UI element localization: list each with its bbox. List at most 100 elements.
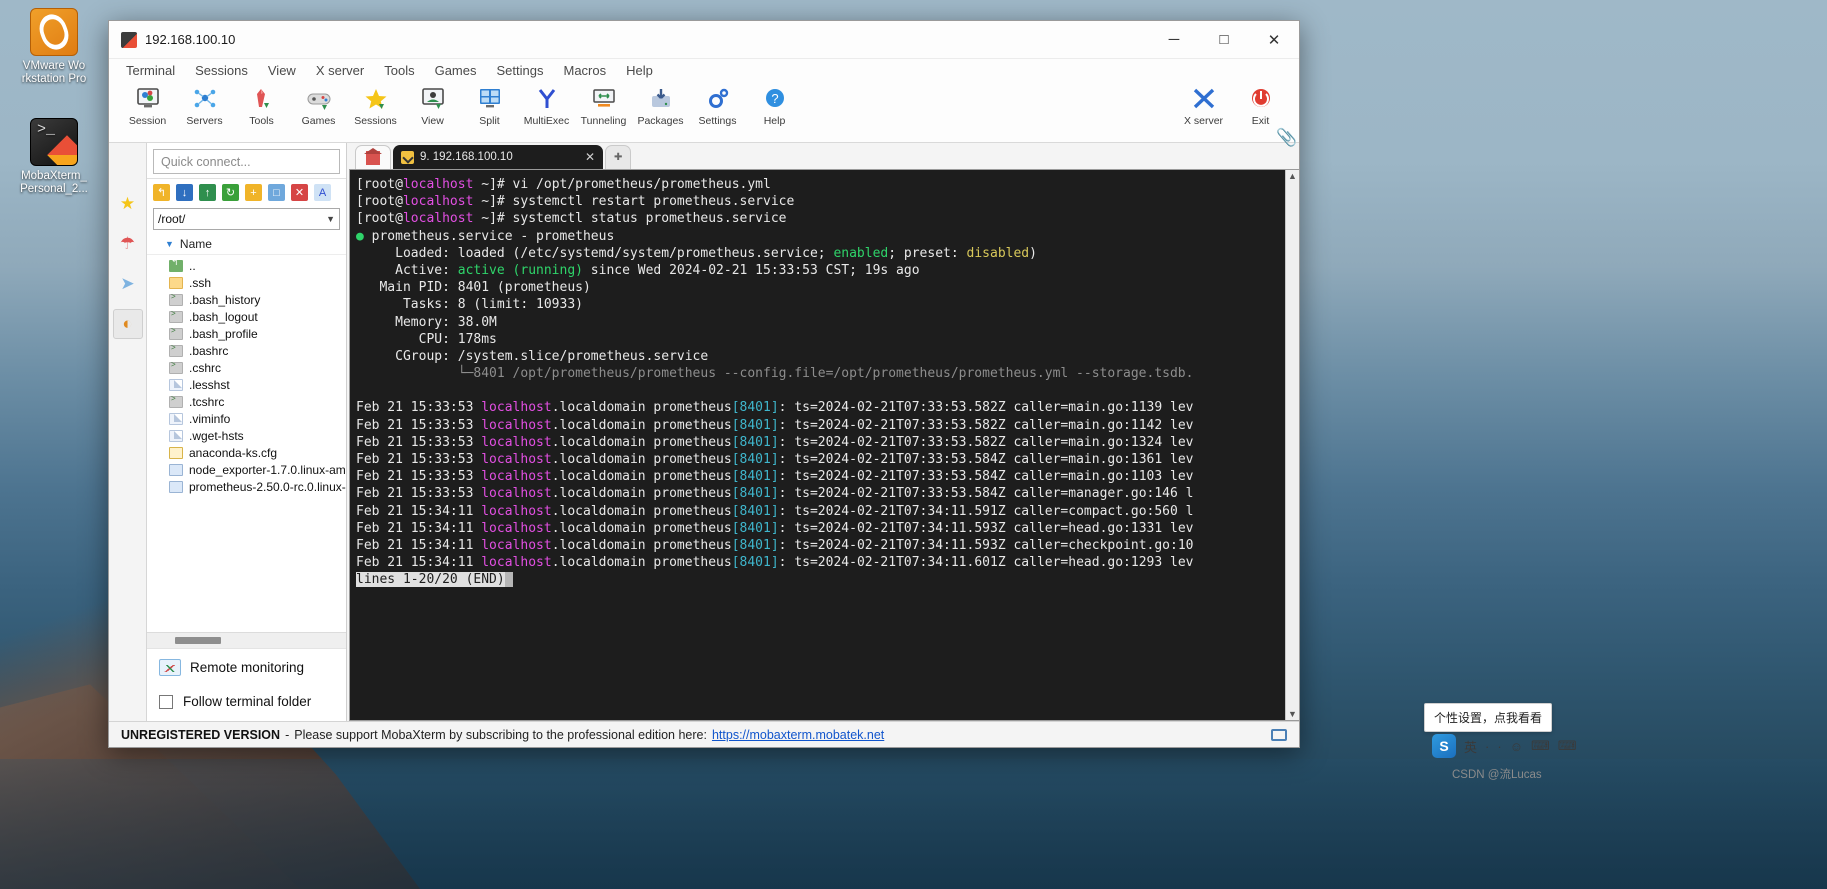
toolbar-split[interactable]: Split (461, 83, 518, 127)
tab-home[interactable] (355, 145, 391, 169)
vtab-macros[interactable]: ➤ (113, 269, 143, 299)
menu-macros[interactable]: Macros (554, 61, 615, 80)
terminal-scrollbar[interactable]: ▲ ▼ (1285, 170, 1299, 720)
follow-terminal-checkbox[interactable] (159, 694, 173, 709)
list-item-label: .bash_logout (189, 309, 258, 324)
ime-toolbox-icon[interactable]: ⌨ (1558, 738, 1577, 754)
terminal-line: Loaded: loaded (/etc/systemd/system/prom… (356, 245, 1037, 261)
menu-terminal[interactable]: Terminal (117, 61, 184, 80)
toolbar-tunneling-label: Tunneling (580, 115, 627, 127)
mobaxterm-link[interactable]: https://mobaxterm.mobatek.net (712, 728, 884, 742)
ime-lang-toggle[interactable]: 英 (1464, 737, 1477, 756)
ime-tip-bubble[interactable]: 个性设置，点我看看 (1424, 703, 1553, 732)
toolbar-games[interactable]: Games (290, 83, 347, 127)
follow-terminal-folder-row[interactable]: Follow terminal folder (147, 686, 346, 721)
toolbar-sessions[interactable]: Sessions (347, 83, 404, 127)
list-item[interactable]: .bash_history (147, 291, 346, 308)
menu-x-server[interactable]: X server (307, 61, 373, 80)
path-combobox[interactable]: /root/ ▼ (153, 208, 340, 230)
maximize-button[interactable]: □ (1199, 21, 1249, 58)
mobaxterm-window: 192.168.100.10 ─ □ ✕ Terminal Sessions V… (108, 20, 1300, 748)
close-button[interactable]: ✕ (1249, 21, 1299, 58)
terminal-line: CGroup: /system.slice/prometheus.service (356, 348, 709, 364)
toolbar-tools[interactable]: Tools (233, 83, 290, 127)
toolbar-servers[interactable]: Servers (176, 83, 233, 127)
vtab-sessions[interactable]: ★ (113, 189, 143, 219)
status-message: Please support MobaXterm by subscribing … (294, 727, 707, 742)
remote-monitoring-button[interactable]: Remote monitoring (147, 648, 346, 686)
menu-view[interactable]: View (259, 61, 305, 80)
list-item[interactable]: .bash_profile (147, 325, 346, 342)
toolbar-help[interactable]: ? Help (746, 83, 803, 127)
new-file-icon[interactable]: □ (268, 184, 285, 201)
list-item[interactable]: .. (147, 257, 346, 274)
toolbar-multiexec[interactable]: MultiExec (518, 83, 575, 127)
menu-sessions[interactable]: Sessions (186, 61, 257, 80)
desktop-icon-vmware[interactable]: VMware Wo rkstation Pro (8, 8, 100, 86)
servers-icon (190, 85, 220, 113)
ime-emoji-icon[interactable]: ☺ (1510, 739, 1523, 754)
file-list[interactable]: .. .ssh .bash_history .bash_logout .bash… (147, 255, 346, 632)
vtab-sftp[interactable]: ◐ (112, 309, 143, 339)
terminal-line: Feb 21 15:34:11 localhost.localdomain pr… (356, 537, 1194, 553)
file-list-hscrollbar[interactable] (147, 632, 346, 648)
script-file-icon (169, 309, 183, 323)
scroll-up-arrow[interactable]: ▲ (1287, 171, 1299, 181)
download-icon[interactable]: ↓ (176, 184, 193, 201)
hscrollbar-thumb[interactable] (175, 637, 221, 644)
toolbar-packages[interactable]: Packages (632, 83, 689, 127)
toolbar-x-server[interactable]: X server (1175, 83, 1232, 127)
script-file-icon (169, 343, 183, 357)
list-item[interactable]: .ssh (147, 274, 346, 291)
refresh-icon[interactable]: ↻ (222, 184, 239, 201)
list-item[interactable]: .viminfo (147, 410, 346, 427)
upload-icon[interactable]: ↑ (199, 184, 216, 201)
toolbar-session[interactable]: Session (119, 83, 176, 127)
list-item[interactable]: anaconda-ks.cfg (147, 444, 346, 461)
terminal-line: Feb 21 15:34:11 localhost.localdomain pr… (356, 555, 1194, 571)
list-item[interactable]: .tcshrc (147, 393, 346, 410)
parent-folder-icon[interactable]: ↰ (153, 184, 170, 201)
menu-tools[interactable]: Tools (375, 61, 423, 80)
desktop-icon-mobaxterm[interactable]: MobaXterm_ Personal_2... (8, 118, 100, 196)
new-tab-button[interactable]: ✚ (605, 145, 632, 169)
tab-session-9[interactable]: 9. 192.168.100.10 ✕ (393, 145, 603, 169)
toolbar-view[interactable]: View (404, 83, 461, 127)
list-item[interactable]: .cshrc (147, 359, 346, 376)
text-file-icon (169, 412, 183, 425)
list-item[interactable]: .wget-hsts (147, 427, 346, 444)
ime-keyboard-icon[interactable]: ⌨ (1531, 738, 1550, 754)
terminal-line: Feb 21 15:34:11 localhost.localdomain pr… (356, 503, 1194, 519)
sogou-logo-icon[interactable]: S (1432, 734, 1456, 758)
delete-icon[interactable]: ✕ (291, 184, 308, 201)
list-item[interactable]: .bash_logout (147, 308, 346, 325)
new-folder-icon[interactable]: + (245, 184, 262, 201)
scroll-down-arrow[interactable]: ▼ (1287, 709, 1299, 719)
paperplane-icon: ➤ (120, 274, 135, 293)
menu-help[interactable]: Help (617, 61, 662, 80)
list-item[interactable]: .bashrc (147, 342, 346, 359)
text-mode-icon[interactable]: A (314, 184, 331, 201)
list-item[interactable]: .lesshst (147, 376, 346, 393)
toolbar-exit[interactable]: Exit (1232, 83, 1289, 127)
close-icon[interactable]: ✕ (575, 150, 595, 164)
ime-dot-icon[interactable]: · (1497, 739, 1501, 754)
ime-punctuation-icon[interactable]: · (1485, 739, 1489, 754)
menu-games[interactable]: Games (426, 61, 486, 80)
menu-settings[interactable]: Settings (488, 61, 553, 80)
attach-paperclip-icon[interactable]: 📎 (1276, 128, 1297, 148)
vtab-tools[interactable]: ☂ (113, 229, 143, 259)
terminal-line: Feb 21 15:33:53 localhost.localdomain pr… (356, 452, 1194, 467)
split-icon (475, 85, 505, 113)
minimize-button[interactable]: ─ (1149, 21, 1199, 58)
wallpaper-water (0, 759, 1827, 889)
toolbar-settings[interactable]: Settings (689, 83, 746, 127)
list-item[interactable]: node_exporter-1.7.0.linux-amd (147, 461, 346, 478)
tools-small-icon: ☂ (119, 234, 136, 253)
window-controls: ─ □ ✕ (1149, 21, 1299, 58)
list-item[interactable]: prometheus-2.50.0-rc.0.linux-a (147, 478, 346, 495)
file-list-header[interactable]: ▼ Name (147, 234, 346, 255)
toolbar-tunneling[interactable]: Tunneling (575, 83, 632, 127)
quick-connect-input[interactable]: Quick connect... (153, 149, 340, 174)
terminal-output[interactable]: [root@localhost ~]# vi /opt/prometheus/p… (350, 170, 1285, 720)
